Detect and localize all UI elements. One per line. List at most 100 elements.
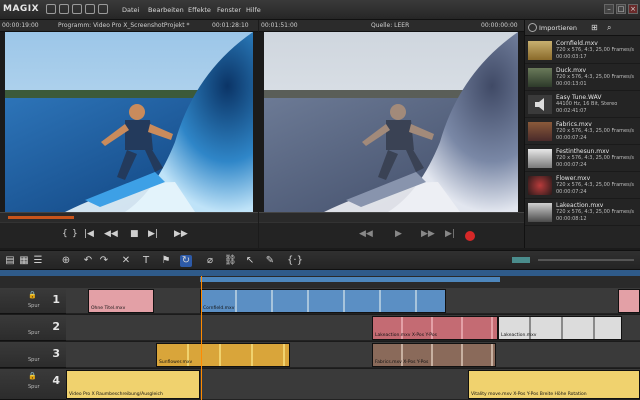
track-number: 3 xyxy=(52,347,60,360)
selection-range xyxy=(200,277,500,282)
program-video[interactable] xyxy=(5,32,253,212)
source-step-back-icon[interactable]: ◀◀ xyxy=(359,229,373,239)
step-back-icon[interactable]: ◀◀ xyxy=(104,229,118,239)
new-project-icon[interactable] xyxy=(46,4,56,14)
lock-icon[interactable]: 🔒 xyxy=(28,372,37,380)
search-icon[interactable]: ⌕ xyxy=(607,23,611,33)
clip[interactable]: Ohne Titel.mxv xyxy=(88,289,154,313)
menu-effekte[interactable]: Effekte xyxy=(188,6,211,14)
undo-icon[interactable]: ↶ xyxy=(82,255,94,267)
menu-datei[interactable]: Datei xyxy=(122,6,139,14)
list-view-icon[interactable]: ☰ xyxy=(32,255,44,267)
media-item[interactable]: Flower.mxv 720 x 576, 4:3, 25,00 Frames/… xyxy=(525,173,640,199)
track-header-1[interactable]: 🔒 Spur 1 xyxy=(0,288,66,314)
track-header-3[interactable]: Spur 3 xyxy=(0,342,66,368)
track-header-2[interactable]: Spur 2 xyxy=(0,315,66,341)
clip[interactable]: Lakeaction.mxv xyxy=(498,316,622,340)
source-transport: ◀◀ ▶ ▶▶ ▶| xyxy=(259,222,524,248)
settings-icon[interactable] xyxy=(85,4,95,14)
media-item[interactable]: Fabrics.mxv 720 x 576, 4:3, 25,00 Frames… xyxy=(525,119,640,145)
loop-icon[interactable]: ↻ xyxy=(180,255,192,267)
split-icon[interactable]: ⌀ xyxy=(204,255,216,267)
media-item[interactable]: Cornfield.mxv 720 x 576, 4:3, 25,00 Fram… xyxy=(525,38,640,64)
clip-name: Vitality move.mxv X-Pos Y-Pos Breite Höh… xyxy=(471,392,587,397)
stop-icon[interactable]: ■ xyxy=(130,229,139,239)
cursor-mode-icon[interactable]: ↖ xyxy=(244,255,256,267)
clip[interactable] xyxy=(618,289,640,313)
jump-start-icon[interactable]: |◀ xyxy=(84,229,94,239)
menu-fenster[interactable]: Fenster xyxy=(217,6,241,14)
mouse-mode-icon[interactable]: ⊕ xyxy=(60,255,72,267)
zoom-slider[interactable] xyxy=(538,259,634,261)
media-name: Duck.mxv xyxy=(556,67,587,74)
track-view-icon[interactable]: ▤ xyxy=(4,255,16,267)
import-collapse-icon[interactable] xyxy=(528,23,537,32)
media-name: Lakeaction.mxv xyxy=(556,202,604,209)
audio-clip[interactable]: Video Pro X Raumbeschreibung/Ausgleich xyxy=(66,370,200,399)
title-icon[interactable]: T xyxy=(140,255,152,267)
source-monitor-header: 00:01:51:00 Quelle: LEER 00:00:00:00 xyxy=(259,20,524,32)
source-jump-end-icon[interactable]: ▶| xyxy=(445,229,455,239)
minimize-button[interactable]: – xyxy=(604,4,614,14)
lock-icon[interactable]: 🔒 xyxy=(28,291,37,299)
menu-hilfe[interactable]: Hilfe xyxy=(246,6,261,14)
eraser-icon[interactable]: ✎ xyxy=(264,255,276,267)
media-item[interactable]: Duck.mxv 720 x 576, 4:3, 25,00 Frames/s … xyxy=(525,65,640,91)
mark-out-icon[interactable]: } xyxy=(72,229,78,239)
save-icon[interactable] xyxy=(72,4,82,14)
clip-name: Ohne Titel.mxv xyxy=(91,306,126,311)
track-lane-3[interactable]: Sunflower.mxv Fabrics.mxv X-Pos Y-Pos xyxy=(66,342,640,368)
track-header-4[interactable]: 🔒 Spur 4 xyxy=(0,369,66,400)
media-thumb xyxy=(528,68,552,87)
media-item[interactable]: Lakeaction.mxv 720 x 576, 4:3, 25,00 Fra… xyxy=(525,200,640,226)
open-icon[interactable] xyxy=(59,4,69,14)
clip[interactable]: Lakeaction.mxv X-Pos Y-Pos xyxy=(372,316,498,340)
track-lane-4[interactable]: Video Pro X Raumbeschreibung/Ausgleich V… xyxy=(66,369,640,400)
media-item[interactable]: Easy Tune.WAV 44100 Hz, 16 Bit, Stereo 0… xyxy=(525,92,640,118)
menu-bearbeiten[interactable]: Bearbeiten xyxy=(148,6,184,14)
media-thumb xyxy=(528,41,552,60)
zoom-bar[interactable] xyxy=(512,257,530,263)
program-scrub-bar[interactable] xyxy=(0,212,258,222)
source-fast-forward-icon[interactable]: ▶▶ xyxy=(421,229,435,239)
delete-icon[interactable]: ✕ xyxy=(120,255,132,267)
maximize-button[interactable]: □ xyxy=(616,4,626,14)
program-timecode: 00:00:19:00 xyxy=(2,22,39,29)
track-lane-2[interactable]: Lakeaction.mxv X-Pos Y-Pos Lakeaction.mx… xyxy=(66,315,640,341)
track-lane-1[interactable]: Ohne Titel.mxv Cornfield.mxv xyxy=(66,288,640,314)
clip[interactable]: Cornfield.mxv xyxy=(200,289,446,313)
clip-name: Lakeaction.mxv xyxy=(501,333,537,338)
import-panel: Importieren ⊞ ⌕ Cornfield.mxv 720 x 576,… xyxy=(524,20,640,248)
record-button[interactable] xyxy=(465,231,475,241)
source-duration: 00:00:00:00 xyxy=(481,22,518,29)
media-thumb xyxy=(528,122,552,141)
clip-name: Sunflower.mxv xyxy=(159,360,193,365)
playhead[interactable] xyxy=(201,276,202,400)
program-monitor-header: 00:00:19:00 Programm: Video Pro X_Screen… xyxy=(0,20,258,32)
source-video[interactable] xyxy=(264,32,518,212)
media-item[interactable]: Festinthesun.mxv 720 x 576, 4:3, 25,00 F… xyxy=(525,146,640,172)
close-button[interactable]: × xyxy=(628,4,638,14)
range-icon[interactable]: {·} xyxy=(286,255,304,267)
source-play-icon[interactable]: ▶ xyxy=(395,229,402,239)
media-info: 44100 Hz, 16 Bit, Stereo xyxy=(556,101,618,107)
program-transport: { } |◀ ◀◀ ■ ▶| ▶▶ xyxy=(0,222,258,248)
surfer-image xyxy=(5,32,253,212)
media-name: Cornfield.mxv xyxy=(556,40,598,47)
timeline-ruler[interactable] xyxy=(0,270,640,288)
redo-icon[interactable]: ↷ xyxy=(98,255,110,267)
play-icon[interactable]: ▶| xyxy=(148,229,158,239)
clip[interactable]: Fabrics.mxv X-Pos Y-Pos xyxy=(372,343,496,367)
link-icon[interactable]: ⛓ xyxy=(224,255,237,267)
source-scrub-bar[interactable] xyxy=(259,212,524,222)
media-thumb xyxy=(528,176,552,195)
clip[interactable]: Sunflower.mxv xyxy=(156,343,290,367)
help-icon[interactable] xyxy=(98,4,108,14)
fast-forward-icon[interactable]: ▶▶ xyxy=(174,229,188,239)
range-bar[interactable] xyxy=(0,270,640,276)
audio-clip[interactable]: Vitality move.mxv X-Pos Y-Pos Breite Höh… xyxy=(468,370,640,399)
mark-in-icon[interactable]: { xyxy=(62,229,68,239)
folder-add-icon[interactable]: ⊞ xyxy=(591,23,598,32)
marker-icon[interactable]: ⚑ xyxy=(160,255,172,267)
storyboard-icon[interactable]: ▦ xyxy=(18,255,30,267)
